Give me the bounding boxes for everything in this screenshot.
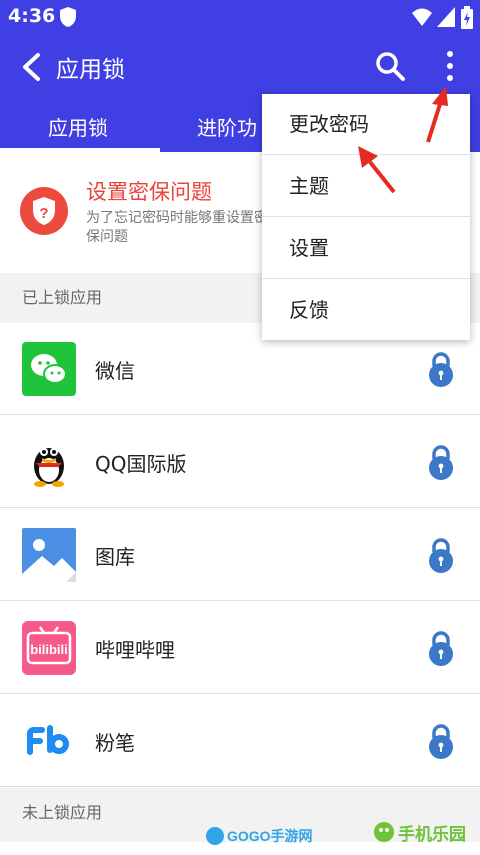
shield-question-icon: ? xyxy=(20,187,68,235)
app-name: 图库 xyxy=(95,545,135,569)
svg-text:GOGO手游网: GOGO手游网 xyxy=(227,828,313,844)
lock-icon[interactable] xyxy=(426,444,456,480)
arrow-annotation xyxy=(426,86,448,143)
gogo-watermark-logo: GOGO手游网 xyxy=(205,824,325,848)
bilibili-icon: bilibili xyxy=(22,621,76,675)
tab-app-lock[interactable]: 应用锁 xyxy=(48,112,108,141)
menu-item-settings[interactable]: 设置 xyxy=(262,218,470,279)
app-row-gallery[interactable]: 图库 xyxy=(0,509,480,601)
app-name: 粉笔 xyxy=(95,731,135,755)
app-name: 微信 xyxy=(95,359,135,383)
app-row-fenbi[interactable]: 粉笔 xyxy=(0,695,480,787)
tab-advanced[interactable]: 进阶功 xyxy=(197,112,257,141)
more-vert-icon[interactable] xyxy=(440,48,460,84)
menu-item-feedback[interactable]: 反馈 xyxy=(262,280,470,341)
page-title: 应用锁 xyxy=(56,57,125,83)
security-card-description: 为了忘记密码时能够重设置密保问题 xyxy=(86,210,268,245)
wechat-icon xyxy=(22,342,76,396)
shield-icon xyxy=(58,6,78,32)
security-card-title: 设置密保问题 xyxy=(86,180,212,204)
svg-text:bilibili: bilibili xyxy=(30,642,68,657)
qq-penguin-icon xyxy=(22,435,76,489)
app-bar: 应用锁 xyxy=(0,34,480,100)
app-name: QQ国际版 xyxy=(95,452,187,476)
back-icon[interactable] xyxy=(18,52,46,82)
tab-indicator xyxy=(0,148,160,152)
svg-text:?: ? xyxy=(39,205,48,222)
lock-icon[interactable] xyxy=(426,630,456,666)
status-time: 4:36 xyxy=(8,5,56,27)
lock-icon[interactable] xyxy=(426,723,456,759)
lock-icon[interactable] xyxy=(426,351,456,387)
app-row-qq[interactable]: QQ国际版 xyxy=(0,416,480,508)
svg-text:手机乐园: 手机乐园 xyxy=(398,824,466,844)
fenbi-icon xyxy=(22,714,76,768)
battery-charging-icon xyxy=(460,6,474,34)
lock-icon[interactable] xyxy=(426,537,456,573)
wifi-icon xyxy=(411,6,433,32)
status-bar: 4:36 xyxy=(0,0,480,34)
search-icon[interactable] xyxy=(374,50,406,82)
shouji-leyuan-watermark-logo: 手机乐园 xyxy=(372,818,472,850)
app-row-bilibili[interactable]: bilibili 哔哩哔哩 xyxy=(0,602,480,694)
gallery-icon xyxy=(22,528,76,582)
signal-icon xyxy=(436,6,456,32)
app-name: 哔哩哔哩 xyxy=(95,638,175,662)
arrow-annotation xyxy=(358,146,396,194)
